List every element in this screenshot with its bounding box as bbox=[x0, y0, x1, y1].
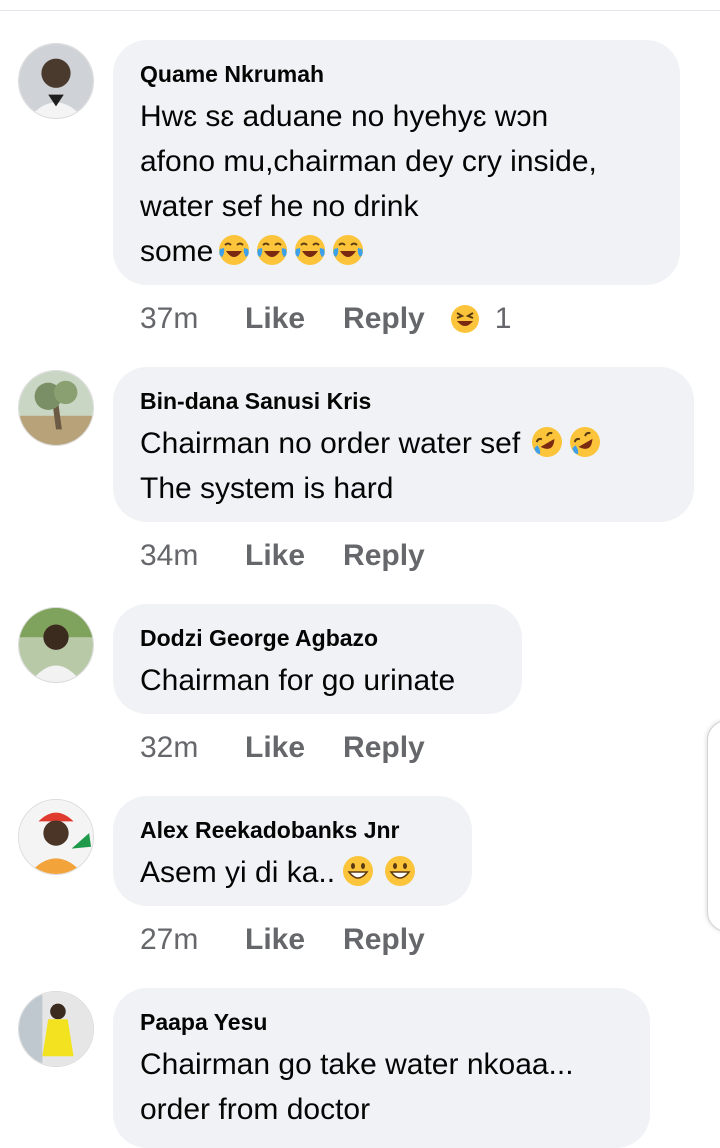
avatar[interactable] bbox=[18, 991, 94, 1067]
comment-text: Hwɛ sɛ aduane no hyehyɛ wɔn afono mu,cha… bbox=[140, 94, 652, 274]
top-divider bbox=[0, 10, 720, 11]
reply-button[interactable]: Reply bbox=[343, 731, 425, 765]
rolling-on-floor-laughing-icon bbox=[568, 425, 602, 459]
face-with-tears-of-joy-icon bbox=[255, 233, 289, 267]
floating-panel-edge[interactable] bbox=[707, 720, 720, 932]
comment-line: Hwɛ sɛ aduane no hyehyɛ wɔn bbox=[140, 100, 549, 133]
reply-button[interactable]: Reply bbox=[343, 539, 425, 573]
comment-actions: 32m Like Reply bbox=[140, 731, 463, 765]
comment-line: afono mu,chairman dey cry inside, bbox=[140, 145, 597, 178]
rolling-on-floor-laughing-icon bbox=[530, 425, 564, 459]
comment-line: Chairman no order water sef bbox=[140, 421, 666, 466]
reply-button[interactable]: Reply bbox=[343, 923, 425, 957]
comment-actions: 27m Like Reply bbox=[140, 923, 463, 957]
grinning-face-icon bbox=[383, 854, 417, 888]
avatar[interactable] bbox=[18, 43, 94, 119]
comment-author[interactable]: Dodzi George Agbazo bbox=[140, 624, 494, 652]
like-button[interactable]: Like bbox=[245, 923, 305, 957]
comment-line: some bbox=[140, 229, 652, 274]
comment-line-text: Chairman no order water sef bbox=[140, 427, 521, 460]
comment-actions: 37m Like Reply 1 bbox=[140, 302, 511, 336]
grinning-face-icon bbox=[341, 854, 375, 888]
comment-author[interactable]: Paapa Yesu bbox=[140, 1008, 622, 1036]
face-with-tears-of-joy-icon bbox=[293, 233, 327, 267]
comment-line: water sef he no drink bbox=[140, 190, 419, 223]
comment-text: Chairman for go urinate bbox=[140, 664, 456, 697]
comment-line-text: some bbox=[140, 235, 214, 268]
comment-timestamp[interactable]: 32m bbox=[140, 731, 245, 765]
comment-author[interactable]: Bin-dana Sanusi Kris bbox=[140, 387, 666, 415]
comment-line-text: Asem yi di ka.. bbox=[140, 856, 336, 889]
face-with-tears-of-joy-icon bbox=[217, 233, 251, 267]
reaction-count: 1 bbox=[494, 302, 512, 335]
comment-text: Chairman no order water sef The system i… bbox=[140, 421, 666, 511]
haha-reaction-icon bbox=[449, 303, 481, 335]
comment-timestamp[interactable]: 37m bbox=[140, 302, 245, 336]
comment-timestamp[interactable]: 34m bbox=[140, 539, 245, 573]
comment-timestamp[interactable]: 27m bbox=[140, 923, 245, 957]
comment-bubble[interactable]: Bin-dana Sanusi Kris Chairman no order w… bbox=[113, 367, 694, 522]
reaction-summary[interactable]: 1 bbox=[449, 302, 512, 336]
comment-actions: 34m Like Reply bbox=[140, 539, 463, 573]
like-button[interactable]: Like bbox=[245, 302, 305, 336]
comment-line: order from doctor bbox=[140, 1093, 371, 1126]
face-with-tears-of-joy-icon bbox=[331, 233, 365, 267]
comment-bubble[interactable]: Paapa Yesu Chairman go take water nkoaa.… bbox=[113, 988, 650, 1148]
comment-text: Asem yi di ka.. bbox=[140, 850, 444, 895]
avatar[interactable] bbox=[18, 799, 94, 875]
like-button[interactable]: Like bbox=[245, 731, 305, 765]
comment-bubble[interactable]: Quame Nkrumah Hwɛ sɛ aduane no hyehyɛ wɔ… bbox=[113, 40, 680, 285]
avatar[interactable] bbox=[18, 370, 94, 446]
comment-text: Chairman go take water nkoaa... order fr… bbox=[140, 1042, 622, 1132]
comment-line: The system is hard bbox=[140, 472, 394, 505]
comment-author[interactable]: Quame Nkrumah bbox=[140, 60, 652, 88]
avatar[interactable] bbox=[18, 607, 94, 683]
comment-bubble[interactable]: Dodzi George Agbazo Chairman for go urin… bbox=[113, 604, 522, 714]
like-button[interactable]: Like bbox=[245, 539, 305, 573]
reply-button[interactable]: Reply bbox=[343, 302, 425, 336]
comment-author[interactable]: Alex Reekadobanks Jnr bbox=[140, 816, 444, 844]
comment-line: Chairman go take water nkoaa... bbox=[140, 1048, 574, 1081]
comment-bubble[interactable]: Alex Reekadobanks Jnr Asem yi di ka.. bbox=[113, 796, 472, 906]
